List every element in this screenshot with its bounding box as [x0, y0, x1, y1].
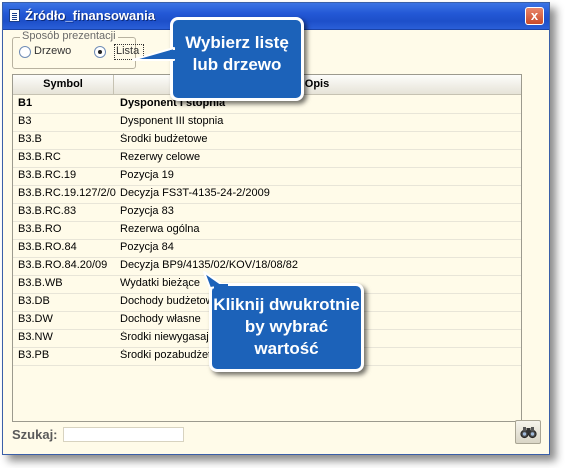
- binoculars-icon: [520, 427, 537, 439]
- search-label: Szukaj:: [12, 427, 58, 442]
- presentation-group-label: Sposób prezentacji: [20, 30, 118, 42]
- window-title: Źródło_finansowania: [25, 8, 156, 23]
- cell-symbol: B3.DW: [18, 313, 53, 325]
- cell-symbol: B3.B.WB: [18, 277, 63, 289]
- radio-list[interactable]: [94, 46, 106, 58]
- radio-tree[interactable]: [19, 46, 31, 58]
- radio-tree-label[interactable]: Drzewo: [34, 45, 71, 57]
- table-row[interactable]: B3.B.RC.19.127/2/09 Decyzja FS3T-4135-24-…: [13, 185, 521, 204]
- cell-opis: Rezerwa ogólna: [120, 223, 200, 235]
- cell-symbol: B3.B.RO.84.20/09: [18, 259, 108, 271]
- column-header-symbol[interactable]: Symbol: [13, 75, 114, 94]
- cell-opis: Decyzja BP9/4135/02/KOV/18/08/82: [120, 259, 298, 271]
- table-row[interactable]: B3.B.RC Rezerwy celowe: [13, 149, 521, 168]
- cell-opis: Środki budżetowe: [120, 133, 208, 145]
- table-row[interactable]: B3 Dysponent III stopnia: [13, 113, 521, 132]
- callout-doubleclick-line-1: Kliknij dwukrotnie: [213, 295, 360, 314]
- callout-doubleclick-pointer: [203, 271, 228, 292]
- table-row[interactable]: B3.B.RO.84.20/09 Decyzja BP9/4135/02/KOV/…: [13, 257, 521, 276]
- callout-choose-line-1: Wybierz listę: [185, 33, 289, 52]
- cell-symbol: B1: [18, 97, 33, 109]
- cell-opis: Dysponent III stopnia: [120, 115, 224, 127]
- cell-symbol: B3.B.RC.83: [18, 205, 77, 217]
- presentation-groupbox: Sposób prezentacji Drzewo Lista: [12, 30, 144, 69]
- close-button[interactable]: x: [525, 7, 544, 25]
- app-icon: [9, 9, 20, 22]
- search-button[interactable]: [515, 420, 541, 444]
- cell-symbol: B3.B.RC.19: [18, 169, 77, 181]
- cell-symbol: B3.DB: [18, 295, 50, 307]
- callout-doubleclick-line-3: wartość: [254, 339, 319, 358]
- cell-symbol: B3.B: [18, 133, 42, 145]
- callout-doubleclick-line-2: by wybrać: [244, 317, 329, 336]
- callout-choose-pointer: [132, 47, 176, 61]
- callout-doubleclick: Kliknij dwukrotnie by wybrać wartość: [209, 283, 364, 372]
- cell-symbol: B3.B.RO.84: [18, 241, 77, 253]
- cell-opis: Decyzja FS3T-4135-24-2/2009: [120, 187, 270, 199]
- cell-symbol: B3.B.RO: [18, 223, 62, 235]
- table-row[interactable]: B3.B.RC.83 Pozycja 83: [13, 203, 521, 222]
- cell-symbol: B3.PB: [18, 349, 50, 361]
- table-row[interactable]: B3.B.RC.19 Pozycja 19: [13, 167, 521, 186]
- table-row[interactable]: B3.B.RO Rezerwa ogólna: [13, 221, 521, 240]
- cell-symbol: B3.B.RC: [18, 151, 61, 163]
- search-input[interactable]: [63, 427, 184, 442]
- cell-opis: Pozycja 83: [120, 205, 174, 217]
- cell-opis: Pozycja 19: [120, 169, 174, 181]
- cell-symbol: B3.B.RC.19.127/2/09: [18, 187, 116, 199]
- cell-opis: Pozycja 84: [120, 241, 174, 253]
- callout-choose-list-or-tree: Wybierz listę lub drzewo: [170, 17, 304, 101]
- cell-symbol: B3: [18, 115, 32, 127]
- callout-choose-line-2: lub drzewo: [192, 55, 282, 74]
- cell-opis: Rezerwy celowe: [120, 151, 201, 163]
- cell-symbol: B3.NW: [18, 331, 53, 343]
- table-row[interactable]: B3.B Środki budżetowe: [13, 131, 521, 150]
- table-row[interactable]: B3.B.RO.84 Pozycja 84: [13, 239, 521, 258]
